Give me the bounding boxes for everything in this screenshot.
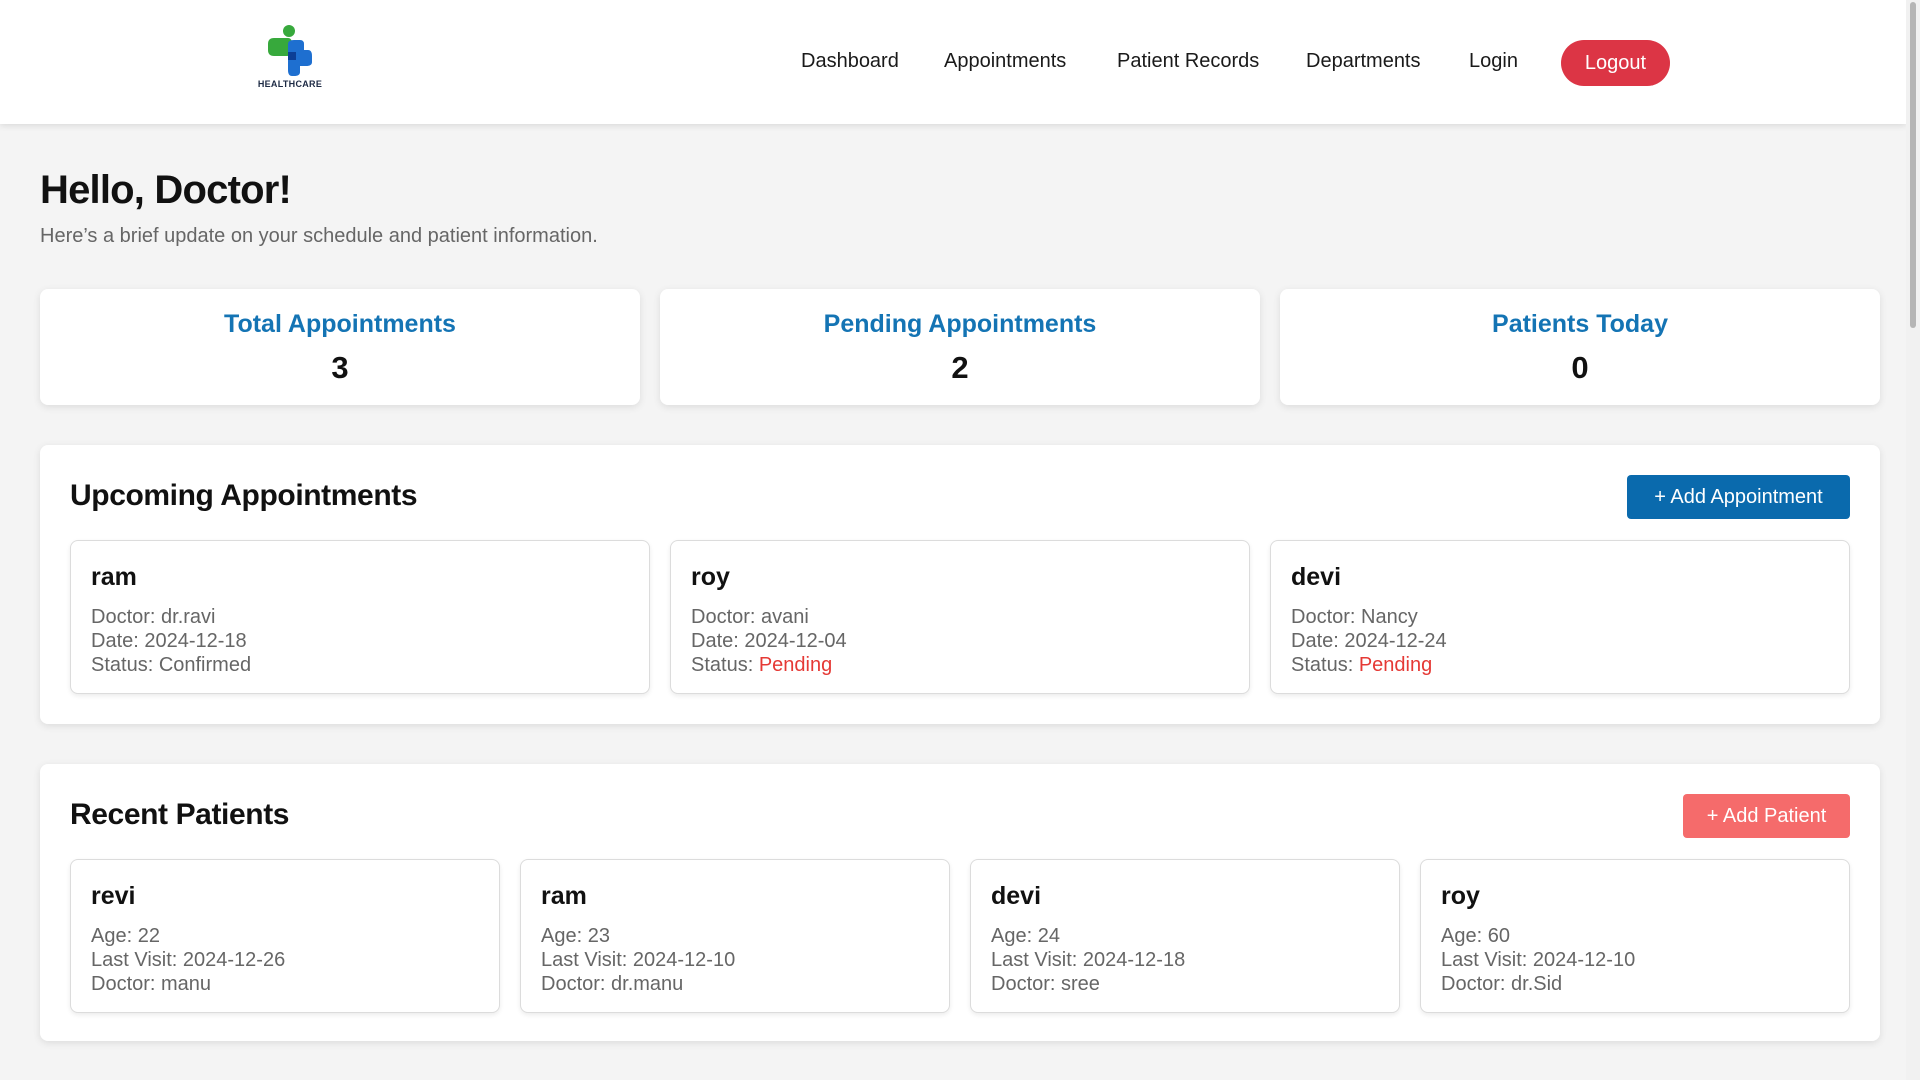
stat-label: Total Appointments — [224, 310, 456, 338]
patient-name: ram — [541, 882, 587, 910]
appointment-status: Status: Pending — [691, 654, 832, 677]
patient-doctor: Doctor: dr.manu — [541, 973, 684, 995]
appointment-card[interactable]: devi Doctor: Nancy Date: 2024-12-24 Stat… — [1270, 540, 1850, 694]
section-title: Recent Patients — [70, 798, 290, 831]
patient-doctor: Doctor: dr.Sid — [1441, 973, 1563, 995]
recent-patients-panel: Recent Patients + Add Patient revi Age: … — [40, 764, 1880, 1041]
appointment-card[interactable]: ram Doctor: dr.ravi Date: 2024-12-18 Sta… — [70, 540, 650, 694]
logout-button[interactable]: Logout — [1561, 40, 1670, 86]
status-value: Confirmed — [158, 654, 252, 676]
nav-appointments[interactable]: Appointments — [944, 50, 1066, 73]
appointment-card[interactable]: roy Doctor: avani Date: 2024-12-04 Statu… — [670, 540, 1250, 694]
stat-label: Pending Appointments — [823, 310, 1097, 338]
patient-age: Age: 60 — [1441, 925, 1510, 947]
scrollbar-thumb[interactable] — [1910, 2, 1916, 328]
stat-value: 0 — [1571, 350, 1589, 385]
add-patient-button[interactable]: + Add Patient — [1683, 794, 1850, 838]
appointment-date: Date: 2024-12-24 — [1291, 630, 1447, 652]
patient-card[interactable]: roy Age: 60 Last Visit: 2024-12-10 Docto… — [1420, 859, 1850, 1013]
patient-card[interactable]: devi Age: 24 Last Visit: 2024-12-18 Doct… — [970, 859, 1400, 1013]
appointment-doctor: Doctor: avani — [691, 606, 809, 628]
section-title: Upcoming Appointments — [70, 479, 418, 512]
top-navbar: HEALTHCARE Dashboard Appointments Patien… — [0, 0, 1906, 124]
status-prefix: Status: — [1291, 654, 1359, 676]
appointment-patient-name: ram — [91, 563, 137, 591]
nav-departments[interactable]: Departments — [1306, 50, 1421, 73]
appointment-doctor: Doctor: Nancy — [1291, 606, 1418, 628]
stat-label: Patients Today — [1492, 310, 1668, 338]
status-value: Pending — [1358, 654, 1433, 676]
stat-value: 2 — [951, 350, 969, 385]
patient-last-visit: Last Visit: 2024-12-18 — [991, 949, 1186, 971]
nav-login[interactable]: Login — [1469, 50, 1518, 73]
patient-doctor: Doctor: sree — [991, 973, 1100, 995]
healthcare-cross-logo-icon — [268, 25, 312, 76]
patient-card[interactable]: revi Age: 22 Last Visit: 2024-12-26 Doct… — [70, 859, 500, 1013]
appointment-doctor: Doctor: dr.ravi — [91, 606, 216, 628]
logo-text: HEALTHCARE — [257, 79, 323, 89]
appointment-status: Status: Confirmed — [91, 654, 251, 677]
nav-dashboard[interactable]: Dashboard — [801, 50, 899, 73]
patient-name: roy — [1441, 882, 1480, 910]
nav-patient-records[interactable]: Patient Records — [1117, 50, 1259, 73]
status-prefix: Status: — [691, 654, 759, 676]
status-prefix: Status: — [91, 654, 159, 676]
appointment-status: Status: Pending — [1291, 654, 1432, 677]
status-value: Pending — [758, 654, 833, 676]
appointment-patient-name: roy — [691, 563, 730, 591]
appointment-date: Date: 2024-12-18 — [91, 630, 247, 652]
patient-name: revi — [91, 882, 136, 910]
stat-card-pending-appointments: Pending Appointments 2 — [660, 289, 1260, 405]
patient-age: Age: 23 — [541, 925, 610, 947]
page-greeting: Hello, Doctor! — [40, 168, 292, 212]
stat-value: 3 — [331, 350, 349, 385]
patient-age: Age: 24 — [991, 925, 1060, 947]
patient-last-visit: Last Visit: 2024-12-26 — [91, 949, 286, 971]
appointment-date: Date: 2024-12-04 — [691, 630, 847, 652]
page-scrollbar[interactable] — [1906, 0, 1920, 1080]
upcoming-appointments-panel: Upcoming Appointments + Add Appointment … — [40, 445, 1880, 724]
patient-age: Age: 22 — [91, 925, 160, 947]
appointment-patient-name: devi — [1291, 563, 1342, 591]
patient-last-visit: Last Visit: 2024-12-10 — [1441, 949, 1636, 971]
page-subtitle: Here’s a brief update on your schedule a… — [40, 225, 598, 247]
patient-doctor: Doctor: manu — [91, 973, 212, 995]
add-appointment-button[interactable]: + Add Appointment — [1627, 475, 1850, 519]
patient-last-visit: Last Visit: 2024-12-10 — [541, 949, 736, 971]
logo[interactable]: HEALTHCARE — [250, 24, 330, 92]
stat-card-patients-today: Patients Today 0 — [1280, 289, 1880, 405]
patient-name: devi — [991, 882, 1042, 910]
patient-card[interactable]: ram Age: 23 Last Visit: 2024-12-10 Docto… — [520, 859, 950, 1013]
stat-card-total-appointments: Total Appointments 3 — [40, 289, 640, 405]
